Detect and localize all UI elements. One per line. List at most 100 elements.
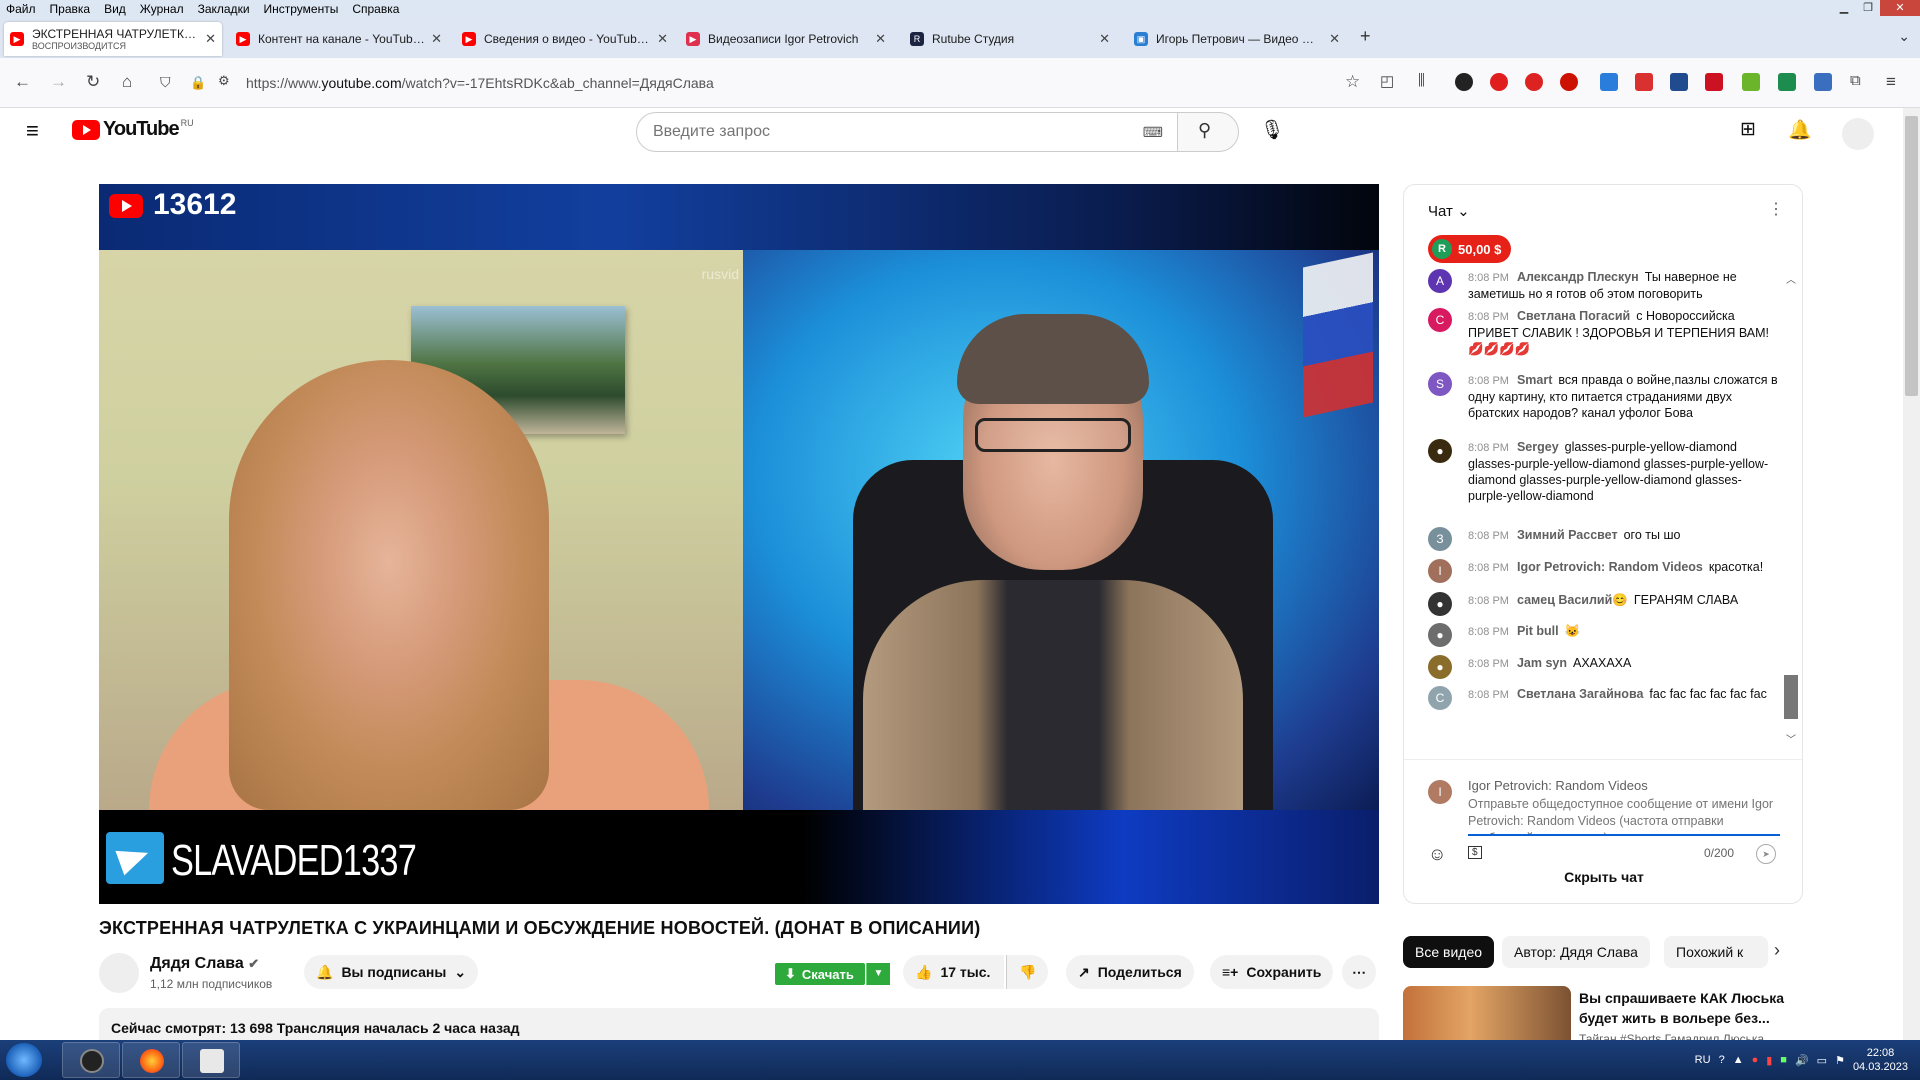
dislike-button[interactable]: 👎 (1006, 955, 1049, 989)
permissions-icon[interactable]: ⚙ (218, 73, 230, 89)
chat-message[interactable]: ● 8:08 PM Pit bull 😺 (1428, 623, 1778, 647)
bookmark-star-icon[interactable]: ☆ (1345, 72, 1360, 92)
download-button[interactable]: ⬇ Скачать (775, 963, 865, 985)
extension-icon[interactable] (1705, 73, 1723, 91)
menu-file[interactable]: Файл (6, 2, 36, 16)
tab-channel-content[interactable]: ▶ Контент на канале - YouTube St ✕ (230, 22, 448, 56)
keyboard-icon[interactable]: ⌨ (1143, 124, 1163, 141)
tab-active-video[interactable]: ▶ ЭКСТРЕННАЯ ЧАТРУЛЕТКА С УКРВОСПРОИЗВОД… (4, 22, 222, 56)
chevron-right-icon[interactable]: › (1774, 940, 1780, 961)
url-bar[interactable]: ⚙ https://www.youtube.com/watch?v=-17Eht… (210, 67, 1340, 99)
start-button[interactable] (6, 1043, 42, 1077)
like-button[interactable]: 👍 17 тыс. (903, 955, 1005, 989)
tray-app-icon[interactable]: ● (1752, 1054, 1759, 1066)
hamburger-menu-icon[interactable]: ≡ (1886, 72, 1896, 92)
pocket-icon[interactable]: ◰ (1380, 72, 1394, 90)
chip-by-author[interactable]: Автор: Дядя Слава (1502, 936, 1650, 968)
account-avatar[interactable] (1842, 118, 1874, 150)
chat-message[interactable]: С 8:08 PM Светлана Погасий с Новороссийска… (1428, 308, 1778, 357)
video-player[interactable]: 13612 rusvid SLAVADED1337 (99, 184, 1379, 904)
reload-button[interactable]: ↻ (86, 72, 100, 92)
extension-icon[interactable] (1525, 73, 1543, 91)
new-tab-button[interactable]: + (1360, 26, 1371, 47)
menu-tools[interactable]: Инструменты (264, 2, 339, 16)
chevron-down-icon[interactable]: ⌄ (1898, 28, 1910, 45)
menu-edit[interactable]: Правка (50, 2, 91, 16)
close-icon[interactable]: ✕ (1329, 31, 1340, 47)
scroll-down-icon[interactable]: ﹀ (1786, 731, 1796, 746)
page-scrollbar[interactable] (1903, 108, 1920, 1040)
back-button[interactable]: ← (14, 72, 31, 92)
network-icon[interactable]: ▲ (1733, 1054, 1744, 1066)
chip-related[interactable]: Похожий к (1664, 936, 1768, 968)
close-icon[interactable]: ✕ (657, 31, 668, 47)
extension-icon[interactable] (1778, 73, 1796, 91)
display-icon[interactable]: ▭ (1817, 1054, 1827, 1067)
chat-message[interactable]: I 8:08 PM Igor Petrovich: Random Videos кр… (1428, 559, 1778, 583)
search-input[interactable] (653, 123, 1143, 141)
flag-icon[interactable]: ⚑ (1835, 1054, 1845, 1067)
recommended-thumbnail[interactable] (1403, 986, 1571, 1048)
send-icon[interactable]: ➤ (1756, 844, 1776, 864)
emoji-icon[interactable]: ☺ (1428, 844, 1446, 865)
chat-message-input[interactable] (1468, 796, 1780, 836)
create-video-icon[interactable]: ⊞ (1740, 118, 1756, 141)
share-button[interactable]: ↗ Поделиться (1066, 955, 1194, 989)
close-icon[interactable]: ✕ (1099, 31, 1110, 47)
chat-mode-selector[interactable]: Чат ⌄ (1428, 202, 1470, 220)
tab-video-details[interactable]: ▶ Сведения о видео - YouTube St ✕ (456, 22, 674, 56)
chat-message[interactable]: ● 8:08 PM Jam syn АХАХАХА (1428, 655, 1778, 679)
chip-all-videos[interactable]: Все видео (1403, 936, 1495, 968)
extension-icon[interactable] (1742, 73, 1760, 91)
tray-app-icon[interactable]: ▮ (1766, 1054, 1772, 1067)
scroll-up-icon[interactable]: ︿ (1786, 271, 1796, 286)
close-icon[interactable]: ✕ (205, 31, 216, 47)
extension-icon[interactable] (1814, 73, 1832, 91)
tab-rutube-studio[interactable]: R Rutube Студия ✕ (904, 22, 1116, 56)
extensions-puzzle-icon[interactable]: ⧉ (1850, 72, 1861, 89)
chat-scrollbar-thumb[interactable] (1784, 675, 1798, 719)
taskbar-app-firefox[interactable] (122, 1042, 180, 1078)
channel-avatar[interactable] (99, 953, 139, 993)
chat-message[interactable]: S 8:08 PM Smart вся правда о войне,пазлы с… (1428, 372, 1778, 421)
taskbar-app-obs[interactable] (62, 1042, 120, 1078)
menu-help[interactable]: Справка (352, 2, 399, 16)
url-text[interactable]: https://www.youtube.com/watch?v=-17EhtsR… (246, 75, 714, 91)
search-button[interactable]: ⚲ (1177, 112, 1239, 152)
close-icon[interactable]: ✕ (431, 31, 442, 47)
speaker-icon[interactable]: 🔊 (1795, 1054, 1809, 1067)
chat-scrollbar[interactable]: ︿ ﹀ (1784, 275, 1798, 746)
menu-history[interactable]: Журнал (140, 2, 184, 16)
channel-name[interactable]: Дядя Слава ✔ (150, 955, 259, 973)
tab-mail-video[interactable]: ▣ Игорь Петрович — Видео Mail ✕ (1128, 22, 1346, 56)
extension-icon[interactable] (1670, 73, 1688, 91)
more-vertical-icon[interactable]: ⋮ (1768, 199, 1784, 219)
tray-app-icon[interactable]: ■ (1780, 1054, 1787, 1066)
microphone-icon[interactable]: 🎙 (1260, 118, 1284, 142)
notifications-bell-icon[interactable]: 🔔 (1788, 118, 1812, 142)
library-icon[interactable]: ⫼ (1418, 72, 1425, 89)
extension-icon[interactable] (1635, 73, 1653, 91)
extension-icon[interactable] (1490, 73, 1508, 91)
extension-icon[interactable] (1560, 73, 1578, 91)
close-icon[interactable]: ✕ (875, 31, 886, 47)
extension-icon[interactable] (1600, 73, 1618, 91)
chat-message[interactable]: С 8:08 PM Светлана Загайнова fac fac fac f… (1428, 686, 1778, 710)
taskbar-app-paint[interactable] (182, 1042, 240, 1078)
extension-icon[interactable] (1455, 73, 1473, 91)
subscribed-button[interactable]: 🔔 Вы подписаны ⌄ (304, 955, 479, 989)
more-actions-button[interactable]: ⋯ (1342, 955, 1376, 989)
home-button[interactable]: ⌂ (122, 72, 132, 92)
chat-message[interactable]: ● 8:08 PM Sergey glasses-purple-yellow-dia… (1428, 439, 1778, 504)
youtube-logo[interactable]: YouTube RU (72, 118, 194, 141)
menu-bookmarks[interactable]: Закладки (198, 2, 250, 16)
save-button[interactable]: ≡+ Сохранить (1210, 955, 1334, 989)
menu-view[interactable]: Вид (104, 2, 126, 16)
super-chat-icon[interactable]: $ (1468, 846, 1482, 859)
language-indicator[interactable]: RU (1695, 1054, 1711, 1066)
guide-menu-icon[interactable]: ≡ (26, 118, 39, 144)
recommended-title[interactable]: Вы спрашиваете КАК Люська будет жить в в… (1579, 988, 1799, 1028)
shield-icon[interactable]: ⛉ (160, 74, 171, 91)
download-options-button[interactable]: ▼ (866, 963, 890, 985)
window-close-button[interactable]: ✕ (1880, 0, 1920, 16)
